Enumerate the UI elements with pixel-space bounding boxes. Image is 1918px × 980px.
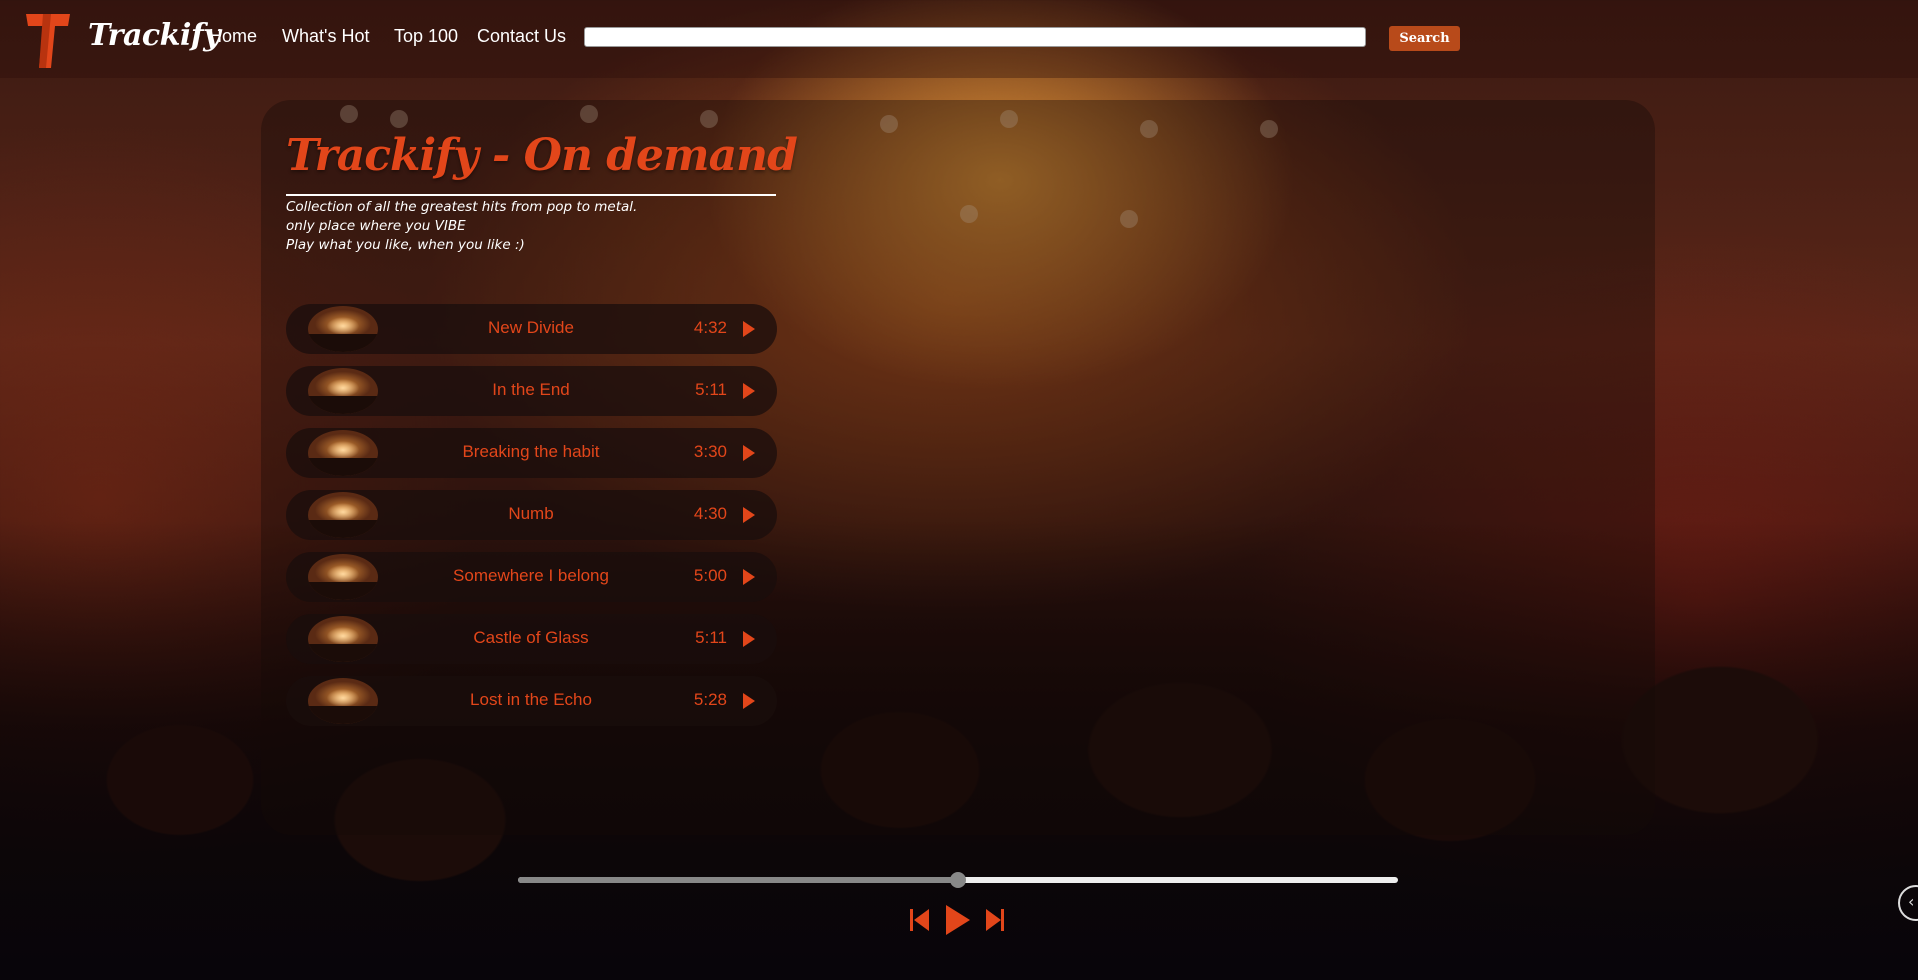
nav-link-contact-us[interactable]: Contact Us — [477, 26, 566, 47]
play-icon[interactable] — [743, 383, 755, 399]
track-thumbnail — [308, 616, 378, 662]
track-title: Somewhere I belong — [453, 566, 609, 585]
progress-fill — [518, 877, 958, 883]
description-line: Play what you like, when you like :) — [286, 237, 525, 253]
track-duration: 5:11 — [695, 380, 727, 399]
search-button[interactable]: Search — [1389, 26, 1460, 51]
track-duration: 4:30 — [693, 504, 727, 523]
progress-knob[interactable] — [950, 872, 966, 888]
track-item[interactable]: Breaking the habit 3:30 — [286, 428, 777, 478]
nav-link-top-100[interactable]: Top 100 — [394, 26, 458, 47]
page-description: Collection of all the greatest hits from… — [286, 198, 786, 255]
track-thumbnail — [308, 430, 378, 476]
track-thumbnail — [308, 492, 378, 538]
track-item[interactable]: Numb 4:30 — [286, 490, 777, 540]
track-thumbnail — [308, 306, 378, 352]
title-divider — [286, 194, 776, 196]
description-line: only place where you VIBE — [286, 218, 466, 234]
track-duration: 4:32 — [693, 318, 727, 337]
track-duration: 5:28 — [693, 690, 727, 709]
playback-progress-slider[interactable] — [518, 872, 1398, 888]
play-icon[interactable] — [743, 445, 755, 461]
track-item[interactable]: New Divide 4:32 — [286, 304, 777, 354]
play-icon[interactable] — [743, 321, 755, 337]
play-icon[interactable] — [743, 631, 755, 647]
track-thumbnail — [308, 678, 378, 724]
play-icon[interactable] — [743, 507, 755, 523]
next-icon[interactable] — [986, 905, 1008, 935]
search-input[interactable] — [584, 27, 1366, 47]
track-item[interactable]: Lost in the Echo 5:28 — [286, 676, 777, 726]
track-thumbnail — [308, 554, 378, 600]
main-panel: Trackify - On demand Collection of all t… — [261, 100, 1655, 835]
player-controls — [908, 905, 1008, 935]
description-line: Collection of all the greatest hits from… — [286, 199, 638, 215]
track-title: New Divide — [488, 318, 574, 337]
trackify-t-logo-icon[interactable] — [24, 10, 72, 70]
track-thumbnail — [308, 368, 378, 414]
track-duration: 5:00 — [693, 566, 727, 585]
play-icon — [946, 905, 970, 935]
top-navbar: Trackify Home What's Hot Top 100 Contact… — [0, 0, 1918, 78]
track-duration: 3:30 — [693, 442, 727, 461]
track-item[interactable]: In the End 5:11 — [286, 366, 777, 416]
track-title: Breaking the habit — [462, 442, 600, 461]
track-duration: 5:11 — [695, 628, 727, 647]
track-title: Castle of Glass — [473, 628, 589, 647]
play-icon[interactable] — [743, 693, 755, 709]
play-icon[interactable] — [743, 569, 755, 585]
track-list: New Divide 4:32 In the End 5:11 Breaking… — [286, 304, 777, 738]
track-item[interactable]: Castle of Glass 5:11 — [286, 614, 777, 664]
track-item[interactable]: Somewhere I belong 5:00 — [286, 552, 777, 602]
track-title: Lost in the Echo — [470, 690, 592, 709]
page-title: Trackify - On demand — [286, 130, 798, 181]
nav-link-home[interactable]: Home — [209, 26, 257, 47]
brand-name[interactable]: Trackify — [88, 18, 221, 53]
play-pause-button[interactable] — [908, 905, 972, 935]
track-title: Numb — [508, 504, 554, 523]
nav-link-whats-hot[interactable]: What's Hot — [282, 26, 369, 47]
track-title: In the End — [492, 380, 570, 399]
